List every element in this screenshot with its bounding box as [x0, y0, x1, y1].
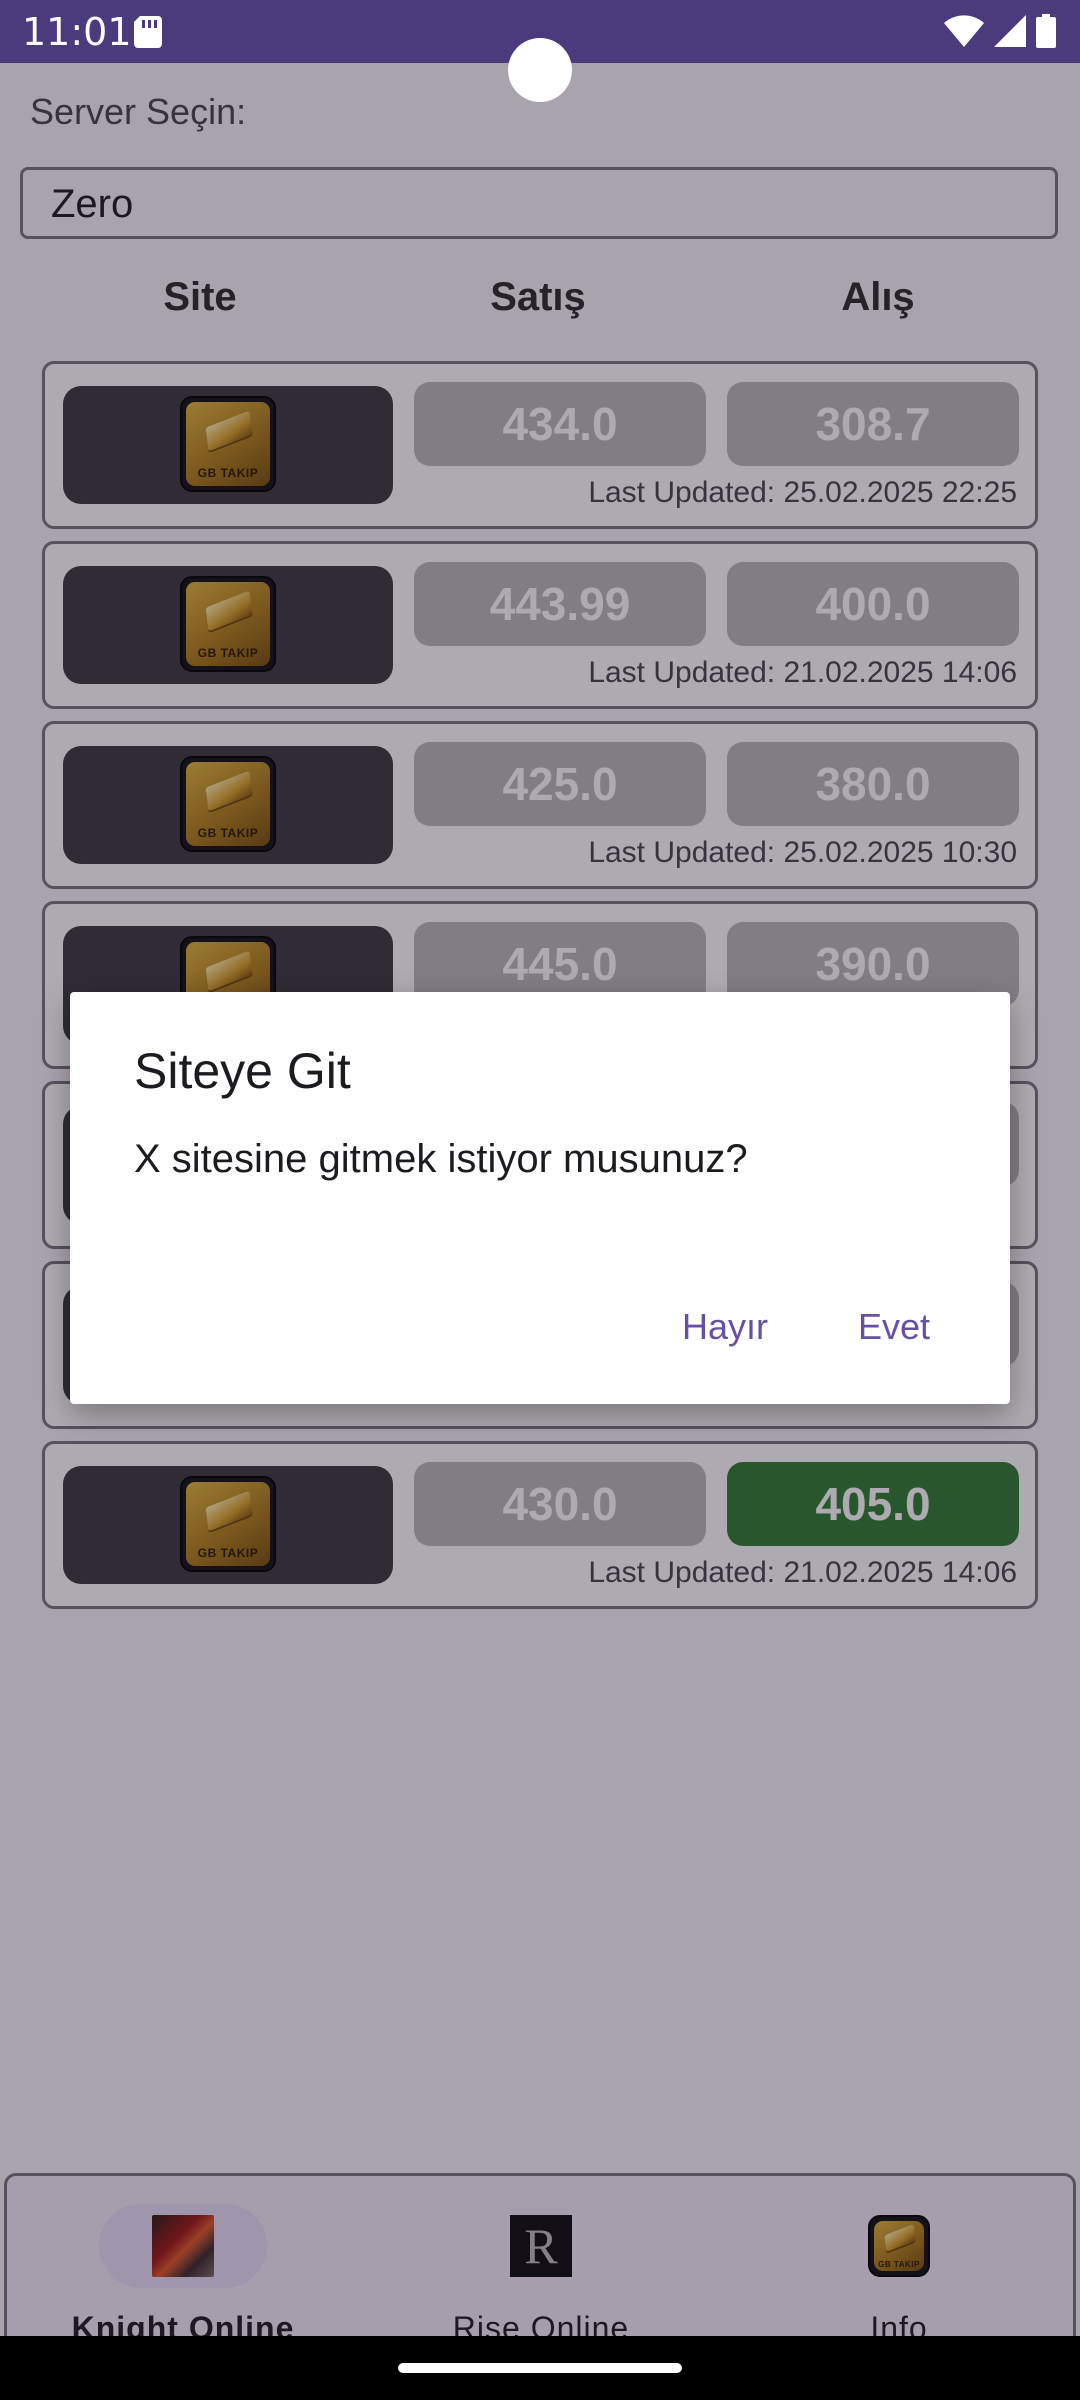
camera-cutout	[508, 38, 572, 102]
sd-card-icon	[134, 16, 162, 53]
dialog-no-button[interactable]: Hayır	[682, 1306, 768, 1348]
battery-icon	[1036, 14, 1056, 53]
dialog-title: Siteye Git	[134, 1043, 351, 1099]
signal-icon	[994, 15, 1026, 52]
system-navigation-bar	[0, 2336, 1080, 2400]
dialog-message: X sitesine gitmek istiyor musunuz?	[134, 1137, 748, 1181]
status-time: 11:01	[22, 10, 132, 54]
dialog-yes-button[interactable]: Evet	[858, 1306, 930, 1348]
home-indicator[interactable]	[398, 2363, 682, 2373]
wifi-icon	[944, 15, 984, 52]
confirm-dialog: Siteye Git X sitesine gitmek istiyor mus…	[70, 992, 1010, 1404]
